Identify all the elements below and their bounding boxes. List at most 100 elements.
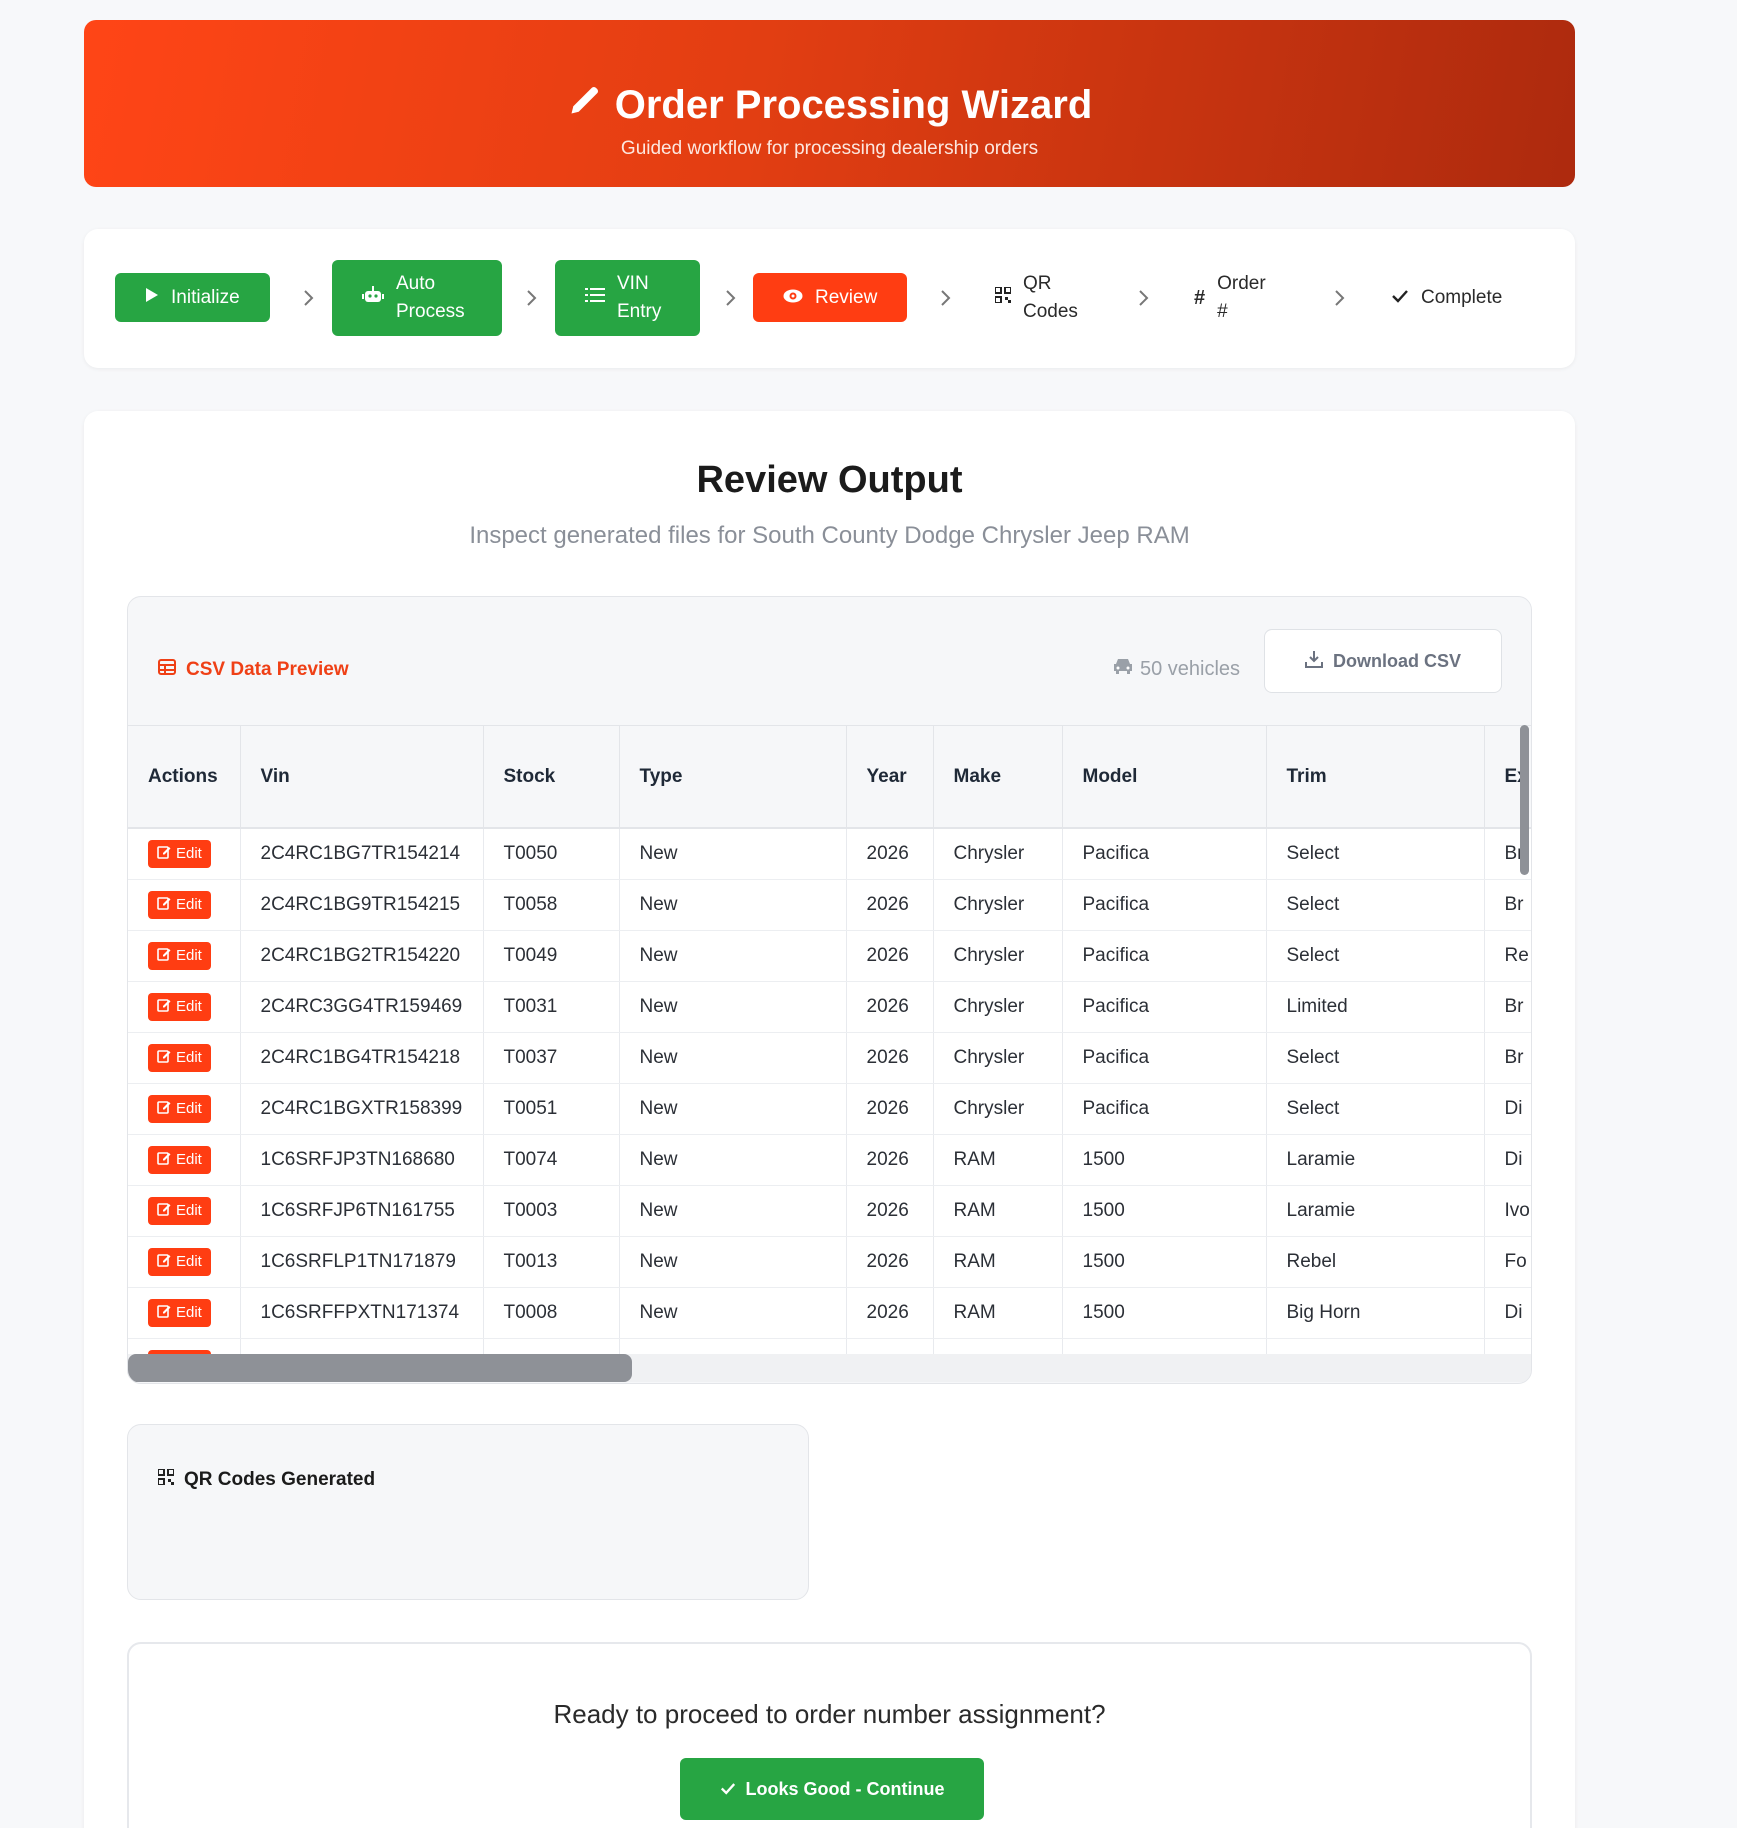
check-icon: [1391, 287, 1409, 309]
column-header[interactable]: Model: [1062, 726, 1267, 829]
step-label: QR Codes: [1023, 273, 1078, 322]
column-header[interactable]: Type: [619, 726, 847, 829]
step-auto-process[interactable]: Auto Process: [332, 260, 502, 336]
review-title: Review Output: [696, 459, 963, 501]
table-cell: 1500: [1062, 1236, 1267, 1288]
edit-icon: [157, 845, 171, 863]
chevron-right-icon: [939, 286, 953, 310]
table-cell: 2026: [846, 879, 934, 931]
table-cell: Br: [1484, 879, 1531, 931]
step-vin-entry[interactable]: VIN Entry: [555, 260, 700, 336]
edit-icon: [157, 896, 171, 914]
download-csv-button[interactable]: Download CSV: [1264, 629, 1502, 693]
column-header[interactable]: Trim: [1266, 726, 1485, 829]
table-cell: RAM: [933, 1185, 1063, 1237]
table-cell: 2C4RC1BG2TR154220: [240, 930, 484, 982]
edit-row-button[interactable]: Edit: [148, 992, 211, 1021]
step-label: Order #: [1217, 273, 1266, 322]
table-cell: T0051: [483, 1083, 620, 1135]
table-cell: Rebel: [1266, 1236, 1485, 1288]
step-complete[interactable]: Complete: [1361, 273, 1532, 322]
table-cell: Limited: [1266, 981, 1485, 1033]
check-icon: [720, 1779, 736, 1800]
actions-cell: Edit: [128, 828, 241, 880]
table-cell: 2026: [846, 981, 934, 1033]
qr-codes-heading: QR Codes Generated: [157, 1468, 376, 1491]
edit-label: Edit: [176, 1100, 202, 1117]
column-header[interactable]: Year: [846, 726, 934, 829]
horizontal-scrollbar-track[interactable]: [128, 1354, 1531, 1382]
continue-button[interactable]: Looks Good - Continue: [680, 1758, 984, 1820]
table-cell: New: [619, 1338, 847, 1354]
actions-cell: Edit: [128, 1083, 241, 1135]
table-cell: 2026: [846, 828, 934, 880]
table-cell: Select: [1266, 1032, 1485, 1084]
table-cell: Chrysler: [933, 879, 1063, 931]
table-cell: Di: [1484, 1083, 1531, 1135]
chevron-right-icon: [302, 286, 316, 310]
column-header[interactable]: Vin: [240, 726, 484, 829]
vertical-scrollbar[interactable]: [1520, 725, 1529, 875]
edit-row-button[interactable]: Edit: [148, 1247, 211, 1276]
step-order-number[interactable]: # Order #: [1164, 260, 1314, 336]
column-header[interactable]: Make: [933, 726, 1063, 829]
edit-icon: [157, 1253, 171, 1271]
table-row: Edit 2C4RC1BG2TR154220 T0049 New 2026 Chrysle…: [128, 930, 1531, 982]
qr-codes-title: QR Codes Generated: [184, 1469, 376, 1490]
table-cell: 1C6SRFJP6TN161755: [240, 1185, 484, 1237]
csv-table-viewport[interactable]: Actions Vin Stock Type Year Make Model T…: [128, 725, 1531, 1354]
download-icon: [1304, 650, 1323, 673]
edit-row-button[interactable]: Edit: [148, 941, 211, 970]
chevron-right-icon: [1333, 286, 1347, 310]
step-initialize[interactable]: Initialize: [115, 273, 270, 322]
step-review[interactable]: Review: [753, 273, 908, 322]
table-cell: Laramie: [1266, 1185, 1485, 1237]
actions-cell: Edit: [128, 1134, 241, 1186]
table-cell: Pacifica: [1062, 930, 1267, 982]
actions-cell: Edit: [128, 981, 241, 1033]
table-cell: Re: [1484, 930, 1531, 982]
column-header[interactable]: Stock: [483, 726, 620, 829]
review-card: Review Output Inspect generated files fo…: [84, 411, 1575, 1828]
edit-row-button[interactable]: Edit: [148, 1196, 211, 1225]
table-cell: Di: [1484, 1287, 1531, 1339]
edit-row-button[interactable]: Edit: [148, 1043, 211, 1072]
table-cell: Chrysler: [933, 828, 1063, 880]
table-cell: New: [619, 1236, 847, 1288]
table-cell: New: [619, 1032, 847, 1084]
edit-label: Edit: [176, 1253, 202, 1270]
table-cell: T0003: [483, 1185, 620, 1237]
proceed-panel: Ready to proceed to order number assignm…: [127, 1642, 1532, 1828]
edit-row-button[interactable]: Edit: [148, 1298, 211, 1327]
actions-cell: Edit: [128, 1185, 241, 1237]
table-cell: 1C6SRFLP1TN175570: [240, 1338, 484, 1354]
table-cell: RAM: [933, 1338, 1063, 1354]
table-cell: Big Horn: [1266, 1287, 1485, 1339]
qrcode-icon: [157, 1468, 175, 1491]
edit-label: Edit: [176, 1049, 202, 1066]
step-label: Complete: [1421, 286, 1503, 308]
table-cell: 2C4RC1BG9TR154215: [240, 879, 484, 931]
qrcode-icon: [994, 286, 1012, 309]
column-header[interactable]: Actions: [128, 726, 241, 829]
csv-preview-heading: CSV Data Preview: [158, 659, 349, 681]
car-icon: [1112, 657, 1134, 681]
edit-row-button[interactable]: Edit: [148, 1094, 211, 1123]
wizard-stepper: Initialize Auto Process VIN Entry Review…: [84, 229, 1575, 368]
step-label: Review: [815, 286, 878, 308]
step-label: Auto Process: [396, 273, 465, 322]
page-title-row: Order Processing Wizard: [84, 82, 1575, 128]
download-csv-label: Download CSV: [1332, 650, 1461, 671]
table-row: Edit 2C4RC1BGXTR158399 T0051 New 2026 Chrysle…: [128, 1083, 1531, 1135]
edit-row-button[interactable]: Edit: [148, 839, 211, 868]
horizontal-scrollbar-thumb[interactable]: [128, 1354, 632, 1382]
table-cell: RAM: [933, 1134, 1063, 1186]
edit-row-button[interactable]: Edit: [148, 890, 211, 919]
table-cell: 1500: [1062, 1287, 1267, 1339]
edit-row-button[interactable]: Edit: [148, 1145, 211, 1174]
step-qr-codes[interactable]: QR Codes: [965, 260, 1115, 336]
table-cell: Chrysler: [933, 930, 1063, 982]
actions-cell: Edit: [128, 1287, 241, 1339]
table-cell: Pacifica: [1062, 981, 1267, 1033]
csv-table: Actions Vin Stock Type Year Make Model T…: [128, 726, 1531, 1354]
